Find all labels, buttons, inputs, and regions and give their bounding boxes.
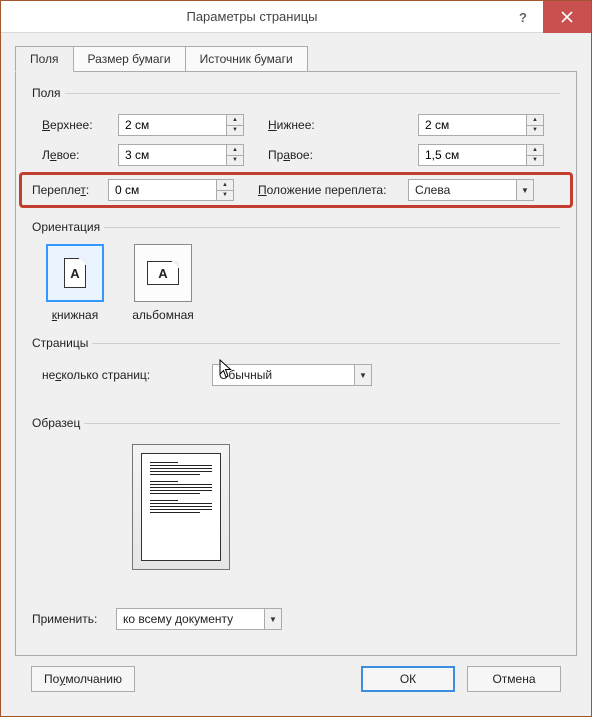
group-pages: Страницы [32,336,560,350]
input-left-margin[interactable]: ▲▼ [118,144,244,166]
spinner-buttons[interactable]: ▲▼ [216,179,234,201]
label-gutter-position: Положение переплета: [258,183,408,197]
chevron-down-icon[interactable]: ▼ [264,608,282,630]
titlebar: Параметры страницы ? [1,1,591,33]
dialog-window: Параметры страницы ? Поля Размер бумаги … [0,0,592,717]
close-button[interactable] [543,1,591,33]
orientation-landscape[interactable]: А [134,244,192,302]
button-bar: По умолчанию ОК Отмена [15,656,577,704]
default-button[interactable]: По умолчанию [31,666,135,692]
group-orientation: Ориентация [32,220,560,234]
apply-row: Применить: ко всему документу ▼ [32,570,560,630]
portrait-icon: А [64,258,86,288]
cancel-button[interactable]: Отмена [467,666,561,692]
cursor-icon [218,358,236,380]
label-gutter: Переплет: [32,183,108,197]
input-right-margin[interactable]: ▲▼ [418,144,544,166]
label-multiple-pages: несколько страниц: [42,368,212,382]
select-multiple-pages[interactable]: Обычный ▼ [212,364,372,386]
orientation-picker: А книжная А альбомная [32,234,560,322]
svg-text:?: ? [519,10,527,24]
spinner-buttons[interactable]: ▲▼ [526,114,544,136]
client-area: Поля Размер бумаги Источник бумаги Поля … [1,33,591,716]
orientation-portrait-label: книжная [52,308,98,322]
chevron-down-icon[interactable]: ▼ [516,179,534,201]
help-button[interactable]: ? [503,1,543,33]
group-preview: Образец [32,416,560,430]
group-fields-label: Поля [32,86,61,100]
chevron-down-icon[interactable]: ▼ [354,364,372,386]
label-left-margin: Левое: [42,148,118,162]
group-pages-label: Страницы [32,336,88,350]
label-bottom-margin: Нижнее: [268,118,418,132]
group-orientation-label: Ориентация [32,220,100,234]
input-bottom-margin[interactable]: ▲▼ [418,114,544,136]
spinner-buttons[interactable]: ▲▼ [526,144,544,166]
group-preview-label: Образец [32,416,80,430]
window-title: Параметры страницы [1,9,503,24]
preview-page-icon [141,453,221,561]
tab-strip: Поля Размер бумаги Источник бумаги [15,46,577,72]
select-gutter-position[interactable]: Слева ▼ [408,179,534,201]
spinner-buttons[interactable]: ▲▼ [226,114,244,136]
tab-paper-source[interactable]: Источник бумаги [185,46,308,72]
label-top-margin: Верхнее: [42,118,118,132]
input-gutter[interactable]: ▲▼ [108,179,234,201]
group-fields: Поля [32,86,560,100]
select-apply-to[interactable]: ко всему документу ▼ [116,608,282,630]
spinner-buttons[interactable]: ▲▼ [226,144,244,166]
landscape-icon: А [147,261,179,285]
tab-fields[interactable]: Поля [15,46,74,72]
margins-grid: Верхнее: ▲▼ Нижнее: ▲▼ Левое: [32,100,560,170]
input-top-margin[interactable]: ▲▼ [118,114,244,136]
orientation-portrait[interactable]: А [46,244,104,302]
gutter-row-highlighted: Переплет: ▲▼ Положение переплета: Слева … [19,172,573,208]
orientation-landscape-label: альбомная [132,308,194,322]
ok-button[interactable]: ОК [361,666,455,692]
tab-panel: Поля Верхнее: ▲▼ Нижнее: ▲▼ [15,71,577,656]
preview-area [32,430,560,570]
tab-paper-size[interactable]: Размер бумаги [73,46,186,72]
label-right-margin: Правое: [268,148,418,162]
preview-box [132,444,230,570]
label-apply-to: Применить: [32,612,116,626]
pages-row: несколько страниц: Обычный ▼ [32,350,560,386]
